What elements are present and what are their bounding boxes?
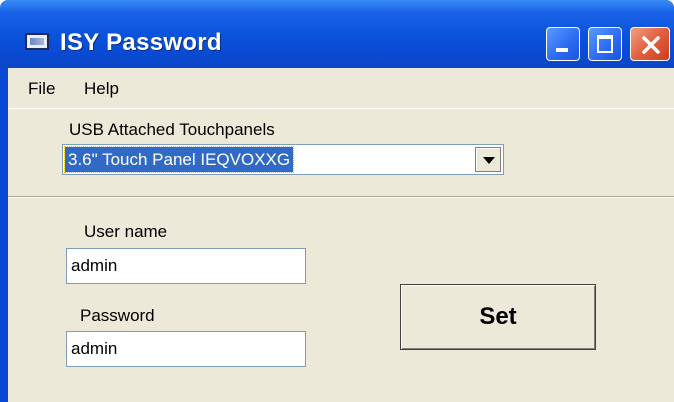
- username-field[interactable]: [66, 248, 306, 284]
- section-divider: [8, 196, 674, 198]
- maximize-icon: [597, 35, 613, 53]
- dropdown-button[interactable]: [475, 147, 501, 172]
- password-label: Password: [80, 306, 155, 325]
- set-button[interactable]: Set: [400, 284, 596, 350]
- window-title: ISY Password: [60, 29, 222, 56]
- close-icon: [642, 36, 660, 54]
- title-bar[interactable]: ISY Password: [0, 0, 674, 68]
- maximize-button[interactable]: [588, 27, 622, 61]
- isy-password-window: ISY Password File Help USB Attached Touc…: [0, 0, 674, 402]
- menu-help[interactable]: Help: [84, 79, 119, 99]
- username-label: User name: [84, 222, 168, 241]
- menu-separator: [8, 108, 674, 109]
- password-field[interactable]: [66, 331, 306, 367]
- touchpanel-dropdown[interactable]: 3.6" Touch Panel IEQVOXXG: [62, 144, 504, 175]
- touchpanel-selected-value: 3.6" Touch Panel IEQVOXXG: [63, 146, 295, 173]
- chevron-down-icon: [483, 157, 495, 164]
- client-area: File Help USB Attached Touchpanels 3.6" …: [8, 68, 674, 402]
- close-button[interactable]: [630, 27, 670, 61]
- menu-bar: File Help: [8, 68, 674, 108]
- minimize-icon: [556, 48, 568, 52]
- minimize-button[interactable]: [546, 27, 580, 61]
- app-window-icon[interactable]: [25, 33, 49, 50]
- touchpanels-label: USB Attached Touchpanels: [69, 120, 275, 139]
- menu-file[interactable]: File: [28, 79, 55, 99]
